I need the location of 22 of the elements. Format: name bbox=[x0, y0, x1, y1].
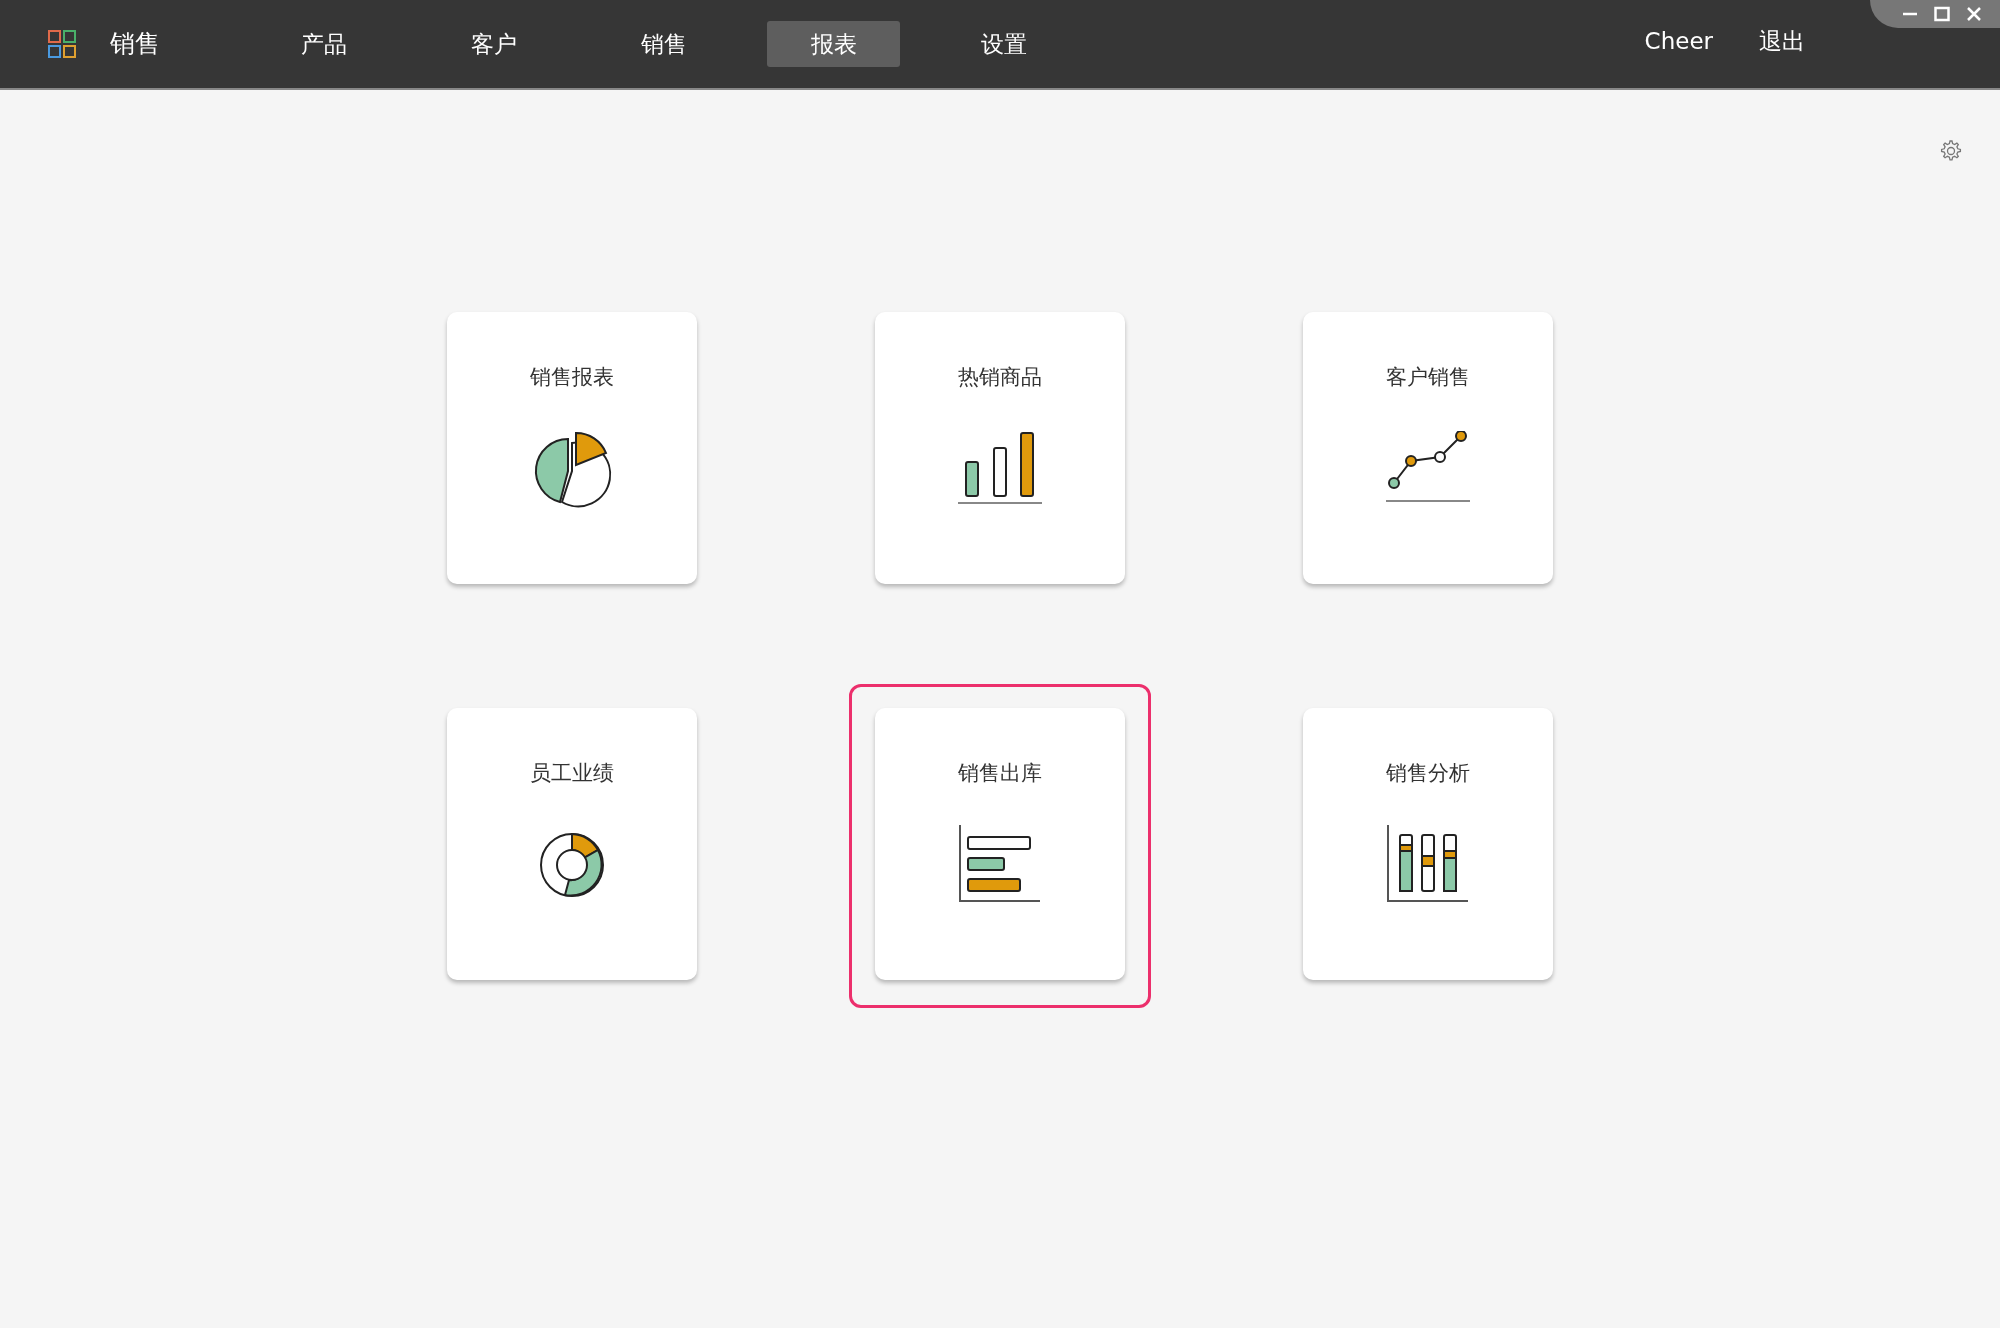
nav-tab[interactable]: 客户 bbox=[427, 21, 560, 67]
nav-tab[interactable]: 设置 bbox=[937, 21, 1070, 67]
nav-tab[interactable]: 报表 bbox=[767, 21, 900, 67]
donut-chart-icon bbox=[539, 831, 605, 898]
nav-tab[interactable]: 产品 bbox=[257, 21, 390, 67]
maximize-icon[interactable] bbox=[1934, 6, 1950, 22]
close-icon[interactable] bbox=[1966, 6, 1982, 22]
bar-chart-icon bbox=[958, 430, 1042, 507]
user-name[interactable]: Cheer bbox=[1644, 23, 1713, 59]
report-card[interactable]: 销售报表 bbox=[447, 312, 697, 584]
nav-tab[interactable]: 销售 bbox=[597, 21, 730, 67]
report-card[interactable]: 员工业绩 bbox=[447, 708, 697, 980]
settings-icon[interactable] bbox=[1938, 139, 1962, 163]
app-title: 销售 bbox=[110, 28, 160, 61]
report-card[interactable]: 客户销售 bbox=[1303, 312, 1553, 584]
report-card[interactable]: 热销商品 bbox=[875, 312, 1125, 584]
app-grid-logo-icon bbox=[48, 30, 76, 58]
logout-link[interactable]: 退出 bbox=[1759, 23, 1805, 59]
stacked-bar-chart-icon bbox=[1386, 824, 1470, 905]
report-card[interactable]: 销售分析 bbox=[1303, 708, 1553, 980]
horizontal-bar-chart-icon bbox=[958, 824, 1042, 905]
report-card[interactable]: 销售出库 bbox=[875, 708, 1125, 980]
